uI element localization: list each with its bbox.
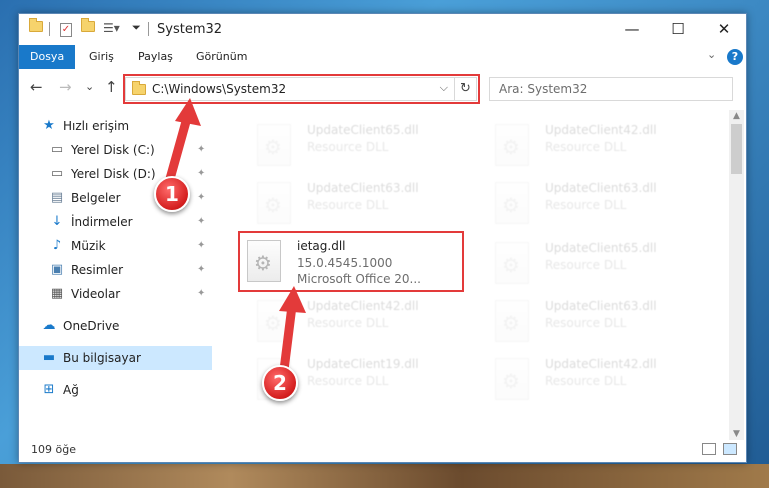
arrow-2 — [279, 286, 306, 375]
annotation-marker-1: 1 — [154, 176, 190, 212]
annotation-arrows — [163, 98, 306, 375]
arrow-1 — [163, 98, 201, 191]
annotation-marker-2: 2 — [262, 365, 298, 401]
